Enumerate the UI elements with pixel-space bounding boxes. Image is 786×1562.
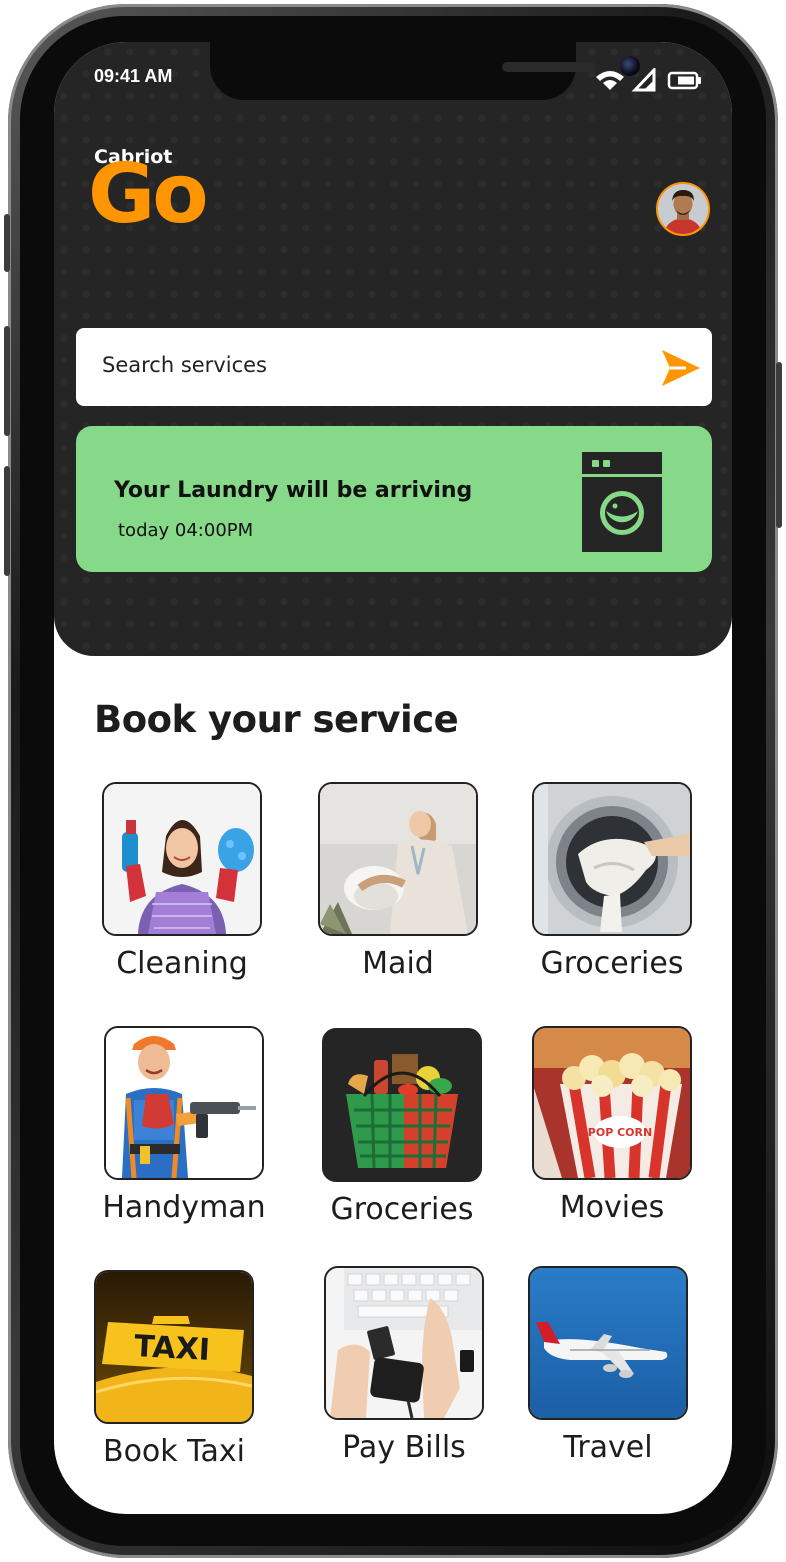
brand-logo: Go: [88, 147, 209, 242]
grocery-basket-image: [324, 1030, 480, 1180]
search-input[interactable]: [100, 352, 624, 378]
service-label[interactable]: Travel: [498, 1430, 718, 1465]
service-label[interactable]: Movies: [502, 1190, 722, 1225]
maid-image: [320, 784, 476, 934]
avatar[interactable]: [656, 182, 710, 236]
service-tile-travel[interactable]: [528, 1266, 688, 1420]
signal-icon: [631, 68, 656, 92]
service-label[interactable]: Groceries: [502, 946, 722, 981]
service-label[interactable]: Pay Bills: [294, 1430, 514, 1465]
popcorn-image: POP CORN: [534, 1028, 690, 1178]
service-tile-cleaning[interactable]: [102, 782, 262, 936]
service-tile-pay-bills[interactable]: [324, 1266, 484, 1420]
laundry-status-banner[interactable]: Your Laundry will be arriving today 04:0…: [76, 426, 712, 572]
popcorn-text: POP CORN: [588, 1126, 652, 1139]
service-tile-groceries[interactable]: [322, 1028, 482, 1182]
service-tile-movies[interactable]: POP CORN: [532, 1026, 692, 1180]
service-label[interactable]: Handyman: [74, 1190, 294, 1225]
service-tile-groceries-laundry[interactable]: [532, 782, 692, 936]
washing-machine-icon: [582, 452, 662, 552]
status-time: 09:41 AM: [94, 66, 173, 86]
speaker: [502, 62, 596, 72]
wifi-icon: [596, 71, 624, 90]
pay-bills-image: [326, 1268, 482, 1418]
status-icons: [596, 68, 701, 92]
service-tile-book-taxi[interactable]: TAXI: [94, 1270, 254, 1424]
notch: [210, 42, 640, 100]
washing-machine-image: [534, 784, 690, 934]
section-title: Book your service: [94, 698, 459, 741]
handyman-image: [106, 1028, 262, 1178]
banner-subtitle: today 04:00PM: [118, 520, 254, 541]
search-bar: [76, 328, 712, 406]
cleaning-image: [104, 784, 260, 934]
phone-side-button: [776, 362, 782, 528]
app-screen: 09:41 AM Cabriot Go Search services Your…: [54, 42, 732, 1514]
taxi-sign-text: TAXI: [133, 1329, 210, 1368]
user-avatar-icon: [658, 184, 708, 234]
battery-icon: [667, 71, 701, 90]
phone-side-button: [4, 466, 10, 576]
service-label[interactable]: Book Taxi: [64, 1434, 284, 1469]
taxi-image: TAXI: [96, 1272, 252, 1422]
service-tile-maid[interactable]: [318, 782, 478, 936]
service-tile-handyman[interactable]: [104, 1026, 264, 1180]
banner-title: Your Laundry will be arriving: [114, 478, 473, 503]
service-label[interactable]: Maid: [288, 946, 508, 981]
service-label[interactable]: Groceries: [292, 1192, 512, 1227]
travel-airplane-image: [530, 1268, 686, 1418]
send-arrow-icon[interactable]: [658, 346, 702, 390]
phone-side-button: [4, 214, 10, 272]
phone-side-button: [4, 326, 10, 436]
service-label[interactable]: Cleaning: [72, 946, 292, 981]
